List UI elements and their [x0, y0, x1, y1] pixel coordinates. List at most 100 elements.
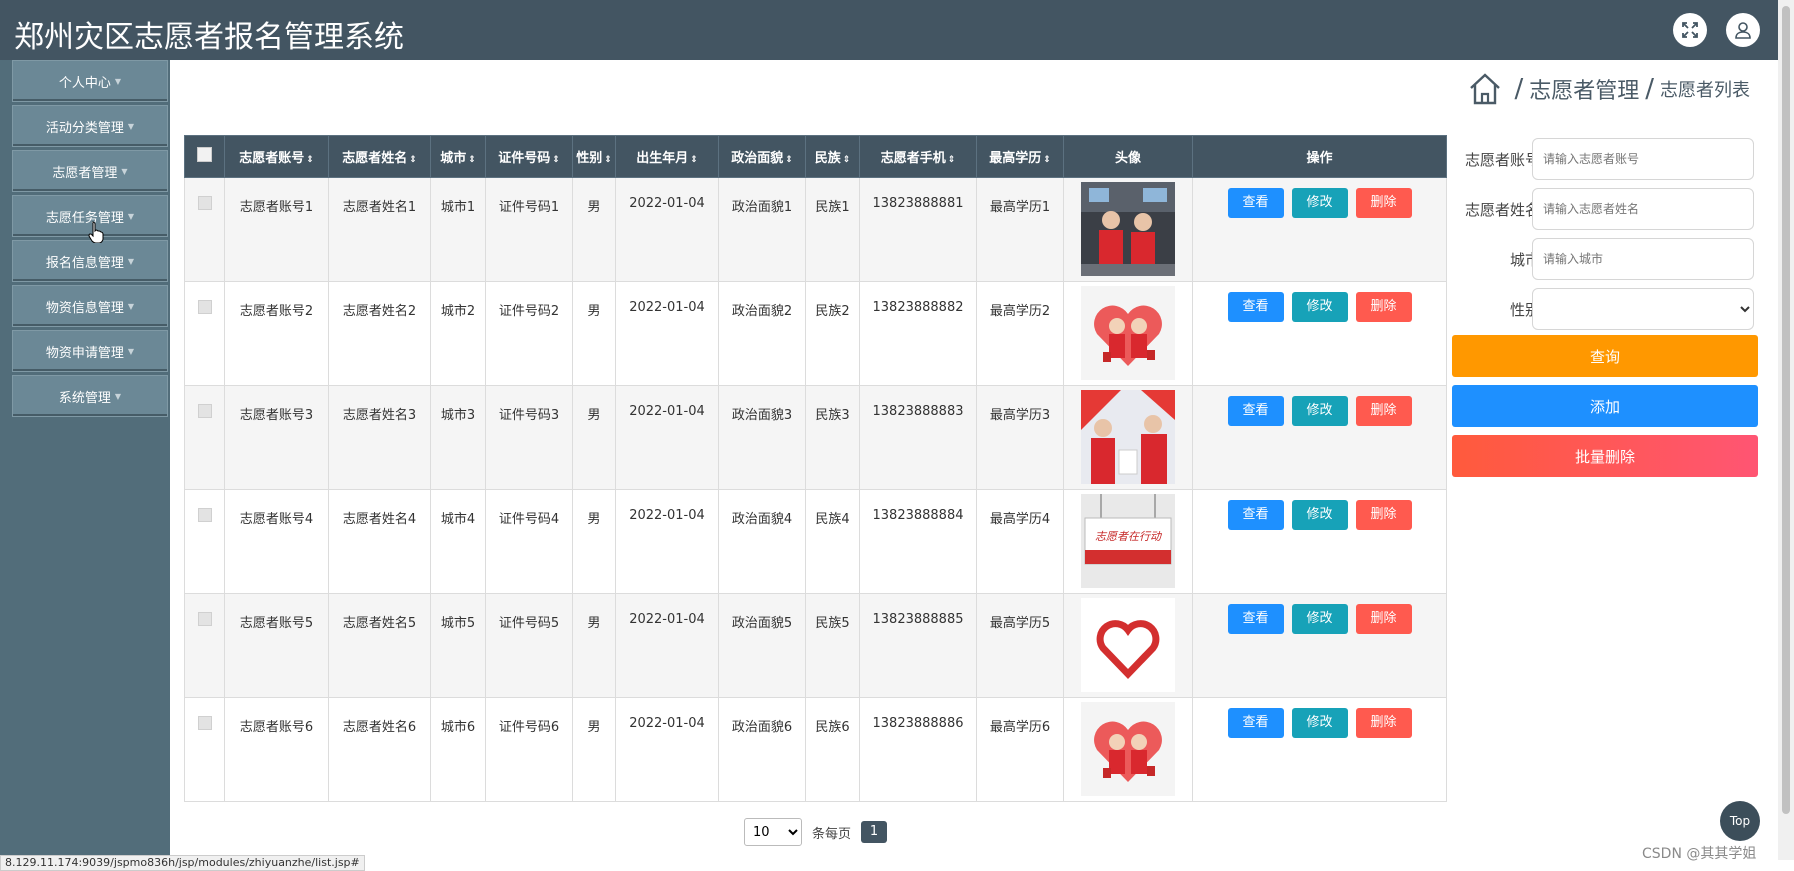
- row-select-cell[interactable]: [184, 489, 225, 594]
- row-checkbox[interactable]: [197, 716, 212, 730]
- view-button[interactable]: 查看: [1227, 708, 1284, 738]
- col-header-political[interactable]: 政治面貌 ⇕: [718, 135, 806, 178]
- delete-button[interactable]: 删除: [1355, 708, 1412, 738]
- sidebar-item-label: 志愿者管理: [52, 165, 118, 181]
- cell-avatar: [1063, 281, 1193, 386]
- cell-actions: 查看 修改 删除: [1192, 697, 1447, 802]
- row-select-cell[interactable]: [184, 593, 225, 698]
- row-checkbox[interactable]: [197, 404, 212, 418]
- sidebar: 个人中心 ▼ 活动分类管理 ▼ 志愿者管理 ▼ 志愿任务管理 ▼ 报名信息管理 ▼ 物资信…: [0, 60, 170, 860]
- col-header-education[interactable]: 最高学历 ⇕: [976, 135, 1064, 178]
- vertical-scrollbar[interactable]: [1778, 0, 1794, 860]
- delete-button[interactable]: 删除: [1355, 188, 1412, 218]
- cell-education: 最高学历3: [976, 385, 1064, 490]
- account-search-input[interactable]: [1532, 138, 1754, 180]
- delete-button[interactable]: 删除: [1355, 292, 1412, 322]
- sidebar-item-volunteer[interactable]: 志愿者管理 ▼: [12, 150, 168, 192]
- caret-down-icon: ▼: [114, 391, 122, 401]
- sort-icon: ⇕: [842, 155, 851, 165]
- cell-phone: 13823888885: [859, 593, 977, 698]
- cell-avatar: [1063, 385, 1193, 490]
- city-search-input[interactable]: [1532, 238, 1754, 280]
- select-all-checkbox[interactable]: [197, 147, 212, 162]
- red-heart-hand-logo-image: [1081, 598, 1175, 692]
- cell-account: 志愿者账号6: [224, 697, 329, 802]
- col-header-ethnic[interactable]: 民族 ⇕: [805, 135, 860, 178]
- user-icon: [1735, 22, 1751, 39]
- view-button[interactable]: 查看: [1227, 292, 1284, 322]
- banner-volunteer-sign-image: 志愿者在行动: [1081, 494, 1175, 588]
- sidebar-item-activity-category[interactable]: 活动分类管理 ▼: [12, 105, 168, 147]
- delete-button[interactable]: 删除: [1355, 500, 1412, 530]
- gender-select[interactable]: [1532, 288, 1754, 330]
- sidebar-item-supplies-info[interactable]: 物资信息管理 ▼: [12, 285, 168, 327]
- row-select-cell[interactable]: [184, 385, 225, 490]
- col-header-birth[interactable]: 出生年月 ⇕: [615, 135, 719, 178]
- watermark: CSDN @其其学姐: [1642, 846, 1757, 862]
- scrollbar-thumb[interactable]: [1782, 6, 1790, 814]
- table-row: 志愿者账号5 志愿者姓名5 城市5 证件号码5 男 2022-01-04 政治面貌5 民族5 1…: [184, 593, 1447, 698]
- edit-button[interactable]: 修改: [1291, 292, 1348, 322]
- row-checkbox[interactable]: [197, 612, 212, 626]
- batch-delete-button[interactable]: 批量删除: [1452, 435, 1758, 477]
- col-header-id-no[interactable]: 证件号码 ⇕: [485, 135, 573, 178]
- cell-birth: 2022-01-04: [615, 281, 719, 386]
- sidebar-item-registration[interactable]: 报名信息管理 ▼: [12, 240, 168, 282]
- row-checkbox[interactable]: [197, 300, 212, 314]
- edit-button[interactable]: 修改: [1291, 396, 1348, 426]
- select-all-header[interactable]: [184, 135, 225, 178]
- query-button[interactable]: 查询: [1452, 335, 1758, 377]
- sidebar-item-supplies-request[interactable]: 物资申请管理 ▼: [12, 330, 168, 372]
- search-row-city: 城市: [1452, 238, 1778, 280]
- delete-button[interactable]: 删除: [1355, 396, 1412, 426]
- fullscreen-button[interactable]: [1673, 13, 1707, 47]
- page-number-current[interactable]: 1: [861, 821, 888, 843]
- cell-ethnic: 民族4: [805, 489, 860, 594]
- row-select-cell[interactable]: [184, 177, 225, 282]
- col-header-city[interactable]: 城市 ⇕: [430, 135, 486, 178]
- user-button[interactable]: [1726, 13, 1760, 47]
- back-to-top-button[interactable]: Top: [1720, 801, 1760, 841]
- col-header-phone[interactable]: 志愿者手机 ⇕: [859, 135, 977, 178]
- cell-id-no: 证件号码6: [485, 697, 573, 802]
- breadcrumb-separator: /: [1645, 74, 1654, 104]
- view-button[interactable]: 查看: [1227, 396, 1284, 426]
- home-icon[interactable]: [1468, 72, 1502, 106]
- breadcrumb-level1[interactable]: 志愿者管理: [1529, 73, 1639, 105]
- table-row: 志愿者账号1 志愿者姓名1 城市1 证件号码1 男 2022-01-04 政治面貌1 民族1 1…: [184, 177, 1447, 282]
- delete-button[interactable]: 删除: [1355, 604, 1412, 634]
- col-header-name[interactable]: 志愿者姓名 ⇕: [328, 135, 431, 178]
- sidebar-item-personal-center[interactable]: 个人中心 ▼: [12, 60, 168, 102]
- table-row: 志愿者账号4 志愿者姓名4 城市4 证件号码4 男 2022-01-04 政治面貌4 民族4 1…: [184, 489, 1447, 594]
- add-button[interactable]: 添加: [1452, 385, 1758, 427]
- cell-education: 最高学历6: [976, 697, 1064, 802]
- cell-education: 最高学历1: [976, 177, 1064, 282]
- cell-account: 志愿者账号2: [224, 281, 329, 386]
- cell-ethnic: 民族1: [805, 177, 860, 282]
- edit-button[interactable]: 修改: [1291, 188, 1348, 218]
- row-select-cell[interactable]: [184, 697, 225, 802]
- name-search-input[interactable]: [1532, 188, 1754, 230]
- cell-birth: 2022-01-04: [615, 593, 719, 698]
- view-button[interactable]: 查看: [1227, 500, 1284, 530]
- cursor-hand-icon: [88, 221, 104, 243]
- sort-icon: ⇕: [690, 155, 698, 165]
- cell-city: 城市1: [430, 177, 486, 282]
- view-button[interactable]: 查看: [1227, 604, 1284, 634]
- sidebar-item-system[interactable]: 系统管理 ▼: [12, 375, 168, 417]
- edit-button[interactable]: 修改: [1291, 708, 1348, 738]
- edit-button[interactable]: 修改: [1291, 604, 1348, 634]
- cell-political: 政治面貌5: [718, 593, 806, 698]
- edit-button[interactable]: 修改: [1291, 500, 1348, 530]
- cell-name: 志愿者姓名6: [328, 697, 431, 802]
- cell-gender: 男: [572, 697, 616, 802]
- row-checkbox[interactable]: [197, 196, 212, 210]
- col-header-gender[interactable]: 性别 ⇕: [572, 135, 616, 178]
- page-size-select[interactable]: 10: [744, 818, 802, 846]
- cell-avatar: [1063, 593, 1193, 698]
- row-select-cell[interactable]: [184, 281, 225, 386]
- cell-actions: 查看 修改 删除: [1192, 281, 1447, 386]
- row-checkbox[interactable]: [197, 508, 212, 522]
- col-header-account[interactable]: 志愿者账号 ⇕: [224, 135, 329, 178]
- view-button[interactable]: 查看: [1227, 188, 1284, 218]
